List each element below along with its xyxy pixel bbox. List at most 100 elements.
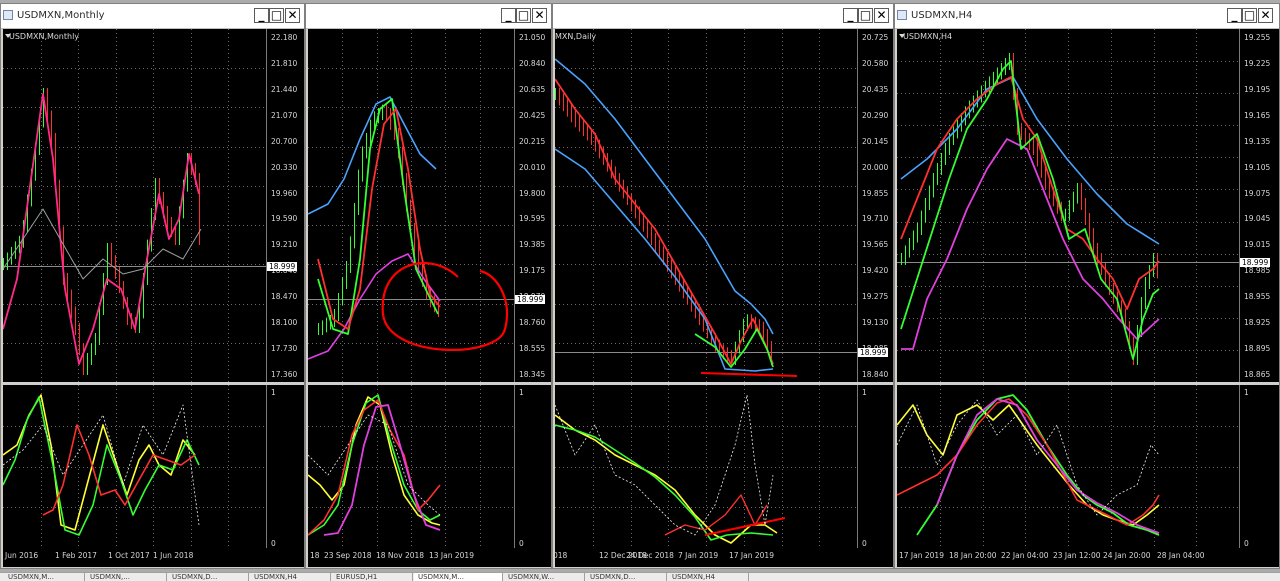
maximize-button[interactable]: □: [858, 8, 873, 23]
current-price-label: 18.999: [515, 295, 546, 304]
monthly-line: [3, 93, 200, 365]
oscillator-axis[interactable]: 10: [266, 385, 304, 548]
price-tick-label: 19.130: [862, 318, 889, 327]
oscillator-canvas: [3, 385, 266, 548]
price-tick-label: 17.730: [271, 344, 298, 353]
close-button[interactable]: ✕: [532, 8, 547, 23]
price-chart-canvas: [555, 29, 857, 382]
time-axis[interactable]: 17 Jan 2019 18 Jan 20:00 22 Jan 04:00 23 Ja…: [897, 548, 1279, 567]
oscillator-tick-label: 0: [271, 539, 276, 548]
price-axis[interactable]: 19.255 19.225 19.195 19.165 19.135 19.105 19.0…: [1239, 29, 1279, 382]
current-price-label: 18.999: [858, 348, 889, 357]
chart-window-icon: [3, 10, 13, 20]
price-tick-label: 20.700: [271, 137, 298, 146]
price-tick-label: 20.215: [519, 137, 546, 146]
time-axis[interactable]: 18 23 Sep 2018 18 Nov 2018 13 Jan 2019: [308, 548, 551, 567]
price-tick-label: 19.385: [519, 240, 546, 249]
time-tick-label: 28 Jan 04:00: [1157, 551, 1205, 560]
minimize-button[interactable]: _: [843, 8, 858, 23]
window-titlebar[interactable]: _ □ ✕: [306, 4, 551, 29]
window-title: USDMXN,H4: [911, 10, 973, 21]
price-tick-label: 21.440: [271, 85, 298, 94]
price-tick-label: 19.420: [862, 266, 889, 275]
minimize-button[interactable]: _: [501, 8, 516, 23]
price-tick-label: 20.840: [519, 59, 546, 68]
price-tick-label: 18.100: [271, 318, 298, 327]
close-button[interactable]: ✕: [1258, 8, 1273, 23]
oscillator-chart[interactable]: [3, 385, 266, 548]
price-tick-label: 19.225: [1244, 59, 1271, 68]
window-title: USDMXN,Monthly: [17, 10, 105, 21]
window-titlebar[interactable]: _ □ ✕: [553, 4, 893, 29]
oscillator-axis[interactable]: 10: [857, 385, 893, 548]
price-chart-canvas: [897, 29, 1239, 382]
price-tick-label: 22.180: [271, 33, 298, 42]
close-button[interactable]: ✕: [874, 8, 889, 23]
oscillator-axis[interactable]: 10: [1239, 385, 1279, 548]
oscillator-chart[interactable]: [308, 385, 514, 548]
oscillator-magenta-line: [936, 398, 1160, 534]
price-chart[interactable]: MXN,Daily: [555, 29, 857, 382]
price-chart-canvas: [3, 29, 266, 382]
price-tick-label: 18.865: [1244, 370, 1271, 379]
price-tick-label: 21.810: [271, 59, 298, 68]
oscillator-canvas: [308, 385, 514, 548]
window-titlebar[interactable]: USDMXN,Monthly _ □ ✕: [1, 4, 304, 29]
chart-window-daily[interactable]: _ □ ✕ MXN,Daily 20.725 20.580 20.435 20.290…: [552, 3, 894, 569]
price-tick-label: 19.855: [862, 189, 889, 198]
price-chart[interactable]: USDMXN,H4: [897, 29, 1239, 382]
oscillator-chart[interactable]: [555, 385, 857, 548]
price-tick-label: 19.275: [862, 292, 889, 301]
time-tick-label: 23 Jan 12:00: [1053, 551, 1101, 560]
price-tick-label: 20.000: [862, 163, 889, 172]
close-button[interactable]: ✕: [285, 8, 300, 23]
price-chart-canvas: [308, 29, 514, 382]
price-tick-label: 18.760: [519, 318, 546, 327]
chart-window-monthly[interactable]: USDMXN,Monthly _ □ ✕ USDMXN,Monthly 22.1…: [0, 3, 305, 569]
time-axis[interactable]: Jun 2016 1 Feb 2017 1 Oct 2017 1 Jun 2018: [3, 548, 304, 567]
time-tick-label: 23 Sep 2018: [324, 551, 372, 560]
maximize-button[interactable]: □: [1242, 8, 1257, 23]
time-tick-label: 24 Dec 2018: [626, 551, 674, 560]
window-titlebar[interactable]: USDMXN,H4 _ □ ✕: [895, 4, 1279, 29]
time-tick-label: 1 Jun 2018: [153, 551, 194, 560]
time-tick-label: 18 Jan 20:00: [949, 551, 997, 560]
price-tick-label: 18.955: [1244, 292, 1271, 301]
price-tick-label: 20.290: [862, 111, 889, 120]
price-axis[interactable]: 22.180 21.810 21.440 21.070 20.700 20.330 19.9…: [266, 29, 304, 382]
price-tick-label: 19.210: [271, 240, 298, 249]
oscillator-dotted-line: [308, 414, 441, 516]
oscillator-axis[interactable]: 10: [514, 385, 551, 548]
price-axis[interactable]: 20.725 20.580 20.435 20.290 20.145 20.000 19.8…: [857, 29, 893, 382]
price-tick-label: 19.800: [519, 189, 546, 198]
oscillator-tick-label: 1: [519, 388, 524, 397]
price-chart[interactable]: [308, 29, 514, 382]
price-tick-label: 17.360: [271, 370, 298, 379]
price-tick-label: 18.555: [519, 344, 546, 353]
chart-symbol-label: MXN,Daily: [555, 32, 597, 41]
time-tick-label: 17 Jan 2019: [899, 551, 944, 560]
chart-window-weekly[interactable]: _ □ ✕ 21.050 20.840 20.635 20.425 20.215 20.0…: [305, 3, 552, 569]
time-tick-label: 18 Nov 2018: [376, 551, 425, 560]
oscillator-chart[interactable]: [897, 385, 1239, 548]
minimize-button[interactable]: _: [1227, 8, 1242, 23]
chart-window-h4[interactable]: USDMXN,H4 _ □ ✕ USDMXN,H4 19.255 19.225 19…: [894, 3, 1280, 569]
minimize-button[interactable]: _: [254, 8, 269, 23]
price-tick-label: 18.470: [271, 292, 298, 301]
oscillator-tick-label: 0: [862, 539, 867, 548]
price-tick-label: 19.565: [862, 240, 889, 249]
envelope-lower: [901, 138, 1160, 350]
price-tick-label: 18.985: [1244, 266, 1271, 275]
price-axis[interactable]: 21.050 20.840 20.635 20.425 20.215 20.010 19.8…: [514, 29, 551, 382]
maximize-button[interactable]: □: [269, 8, 284, 23]
time-tick-label: 18: [310, 551, 320, 560]
time-tick-label: 17 Jan 2019: [729, 551, 774, 560]
time-tick-label: 1 Feb 2017: [55, 551, 97, 560]
price-chart[interactable]: USDMXN,Monthly: [3, 29, 266, 382]
time-tick-label: 13 Jan 2019: [429, 551, 474, 560]
oscillator-tick-label: 0: [1244, 539, 1249, 548]
time-axis[interactable]: 018 12 Dec 2018 24 Dec 2018 7 Jan 2019 17 Ja…: [555, 548, 893, 567]
maximize-button[interactable]: □: [516, 8, 531, 23]
envelope-upper: [900, 76, 1160, 245]
price-tick-label: 21.050: [519, 33, 546, 42]
